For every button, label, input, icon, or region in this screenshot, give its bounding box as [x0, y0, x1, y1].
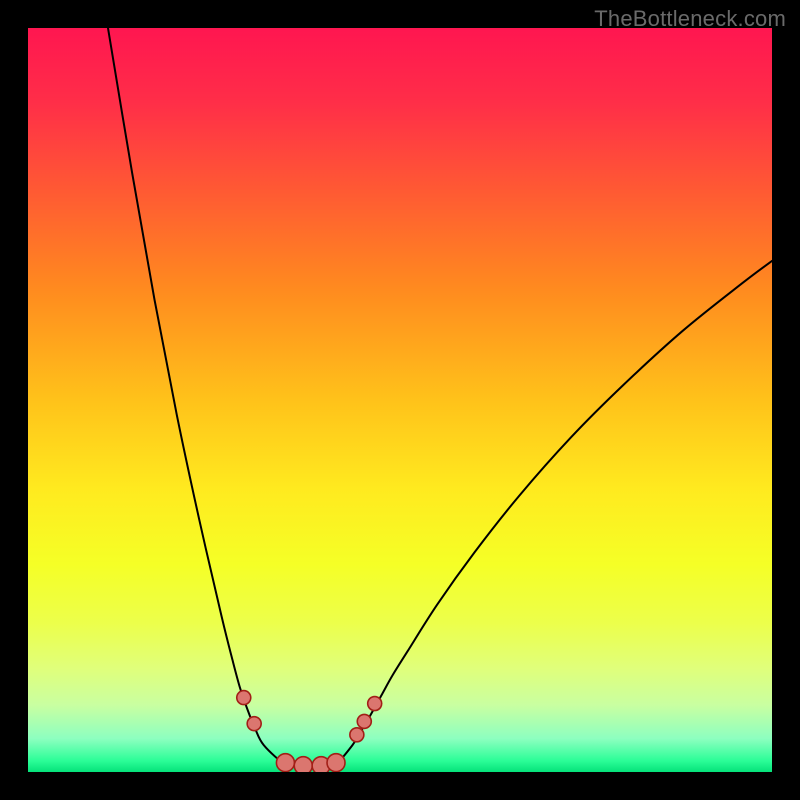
chart-plot — [28, 28, 772, 772]
data-marker — [294, 757, 312, 772]
data-marker — [357, 714, 371, 728]
data-marker — [276, 754, 294, 772]
data-marker — [237, 691, 251, 705]
data-marker — [247, 717, 261, 731]
chart-frame: TheBottleneck.com — [0, 0, 800, 800]
data-marker — [368, 697, 382, 711]
data-marker — [350, 728, 364, 742]
chart-background — [28, 28, 772, 772]
data-marker — [327, 754, 345, 772]
